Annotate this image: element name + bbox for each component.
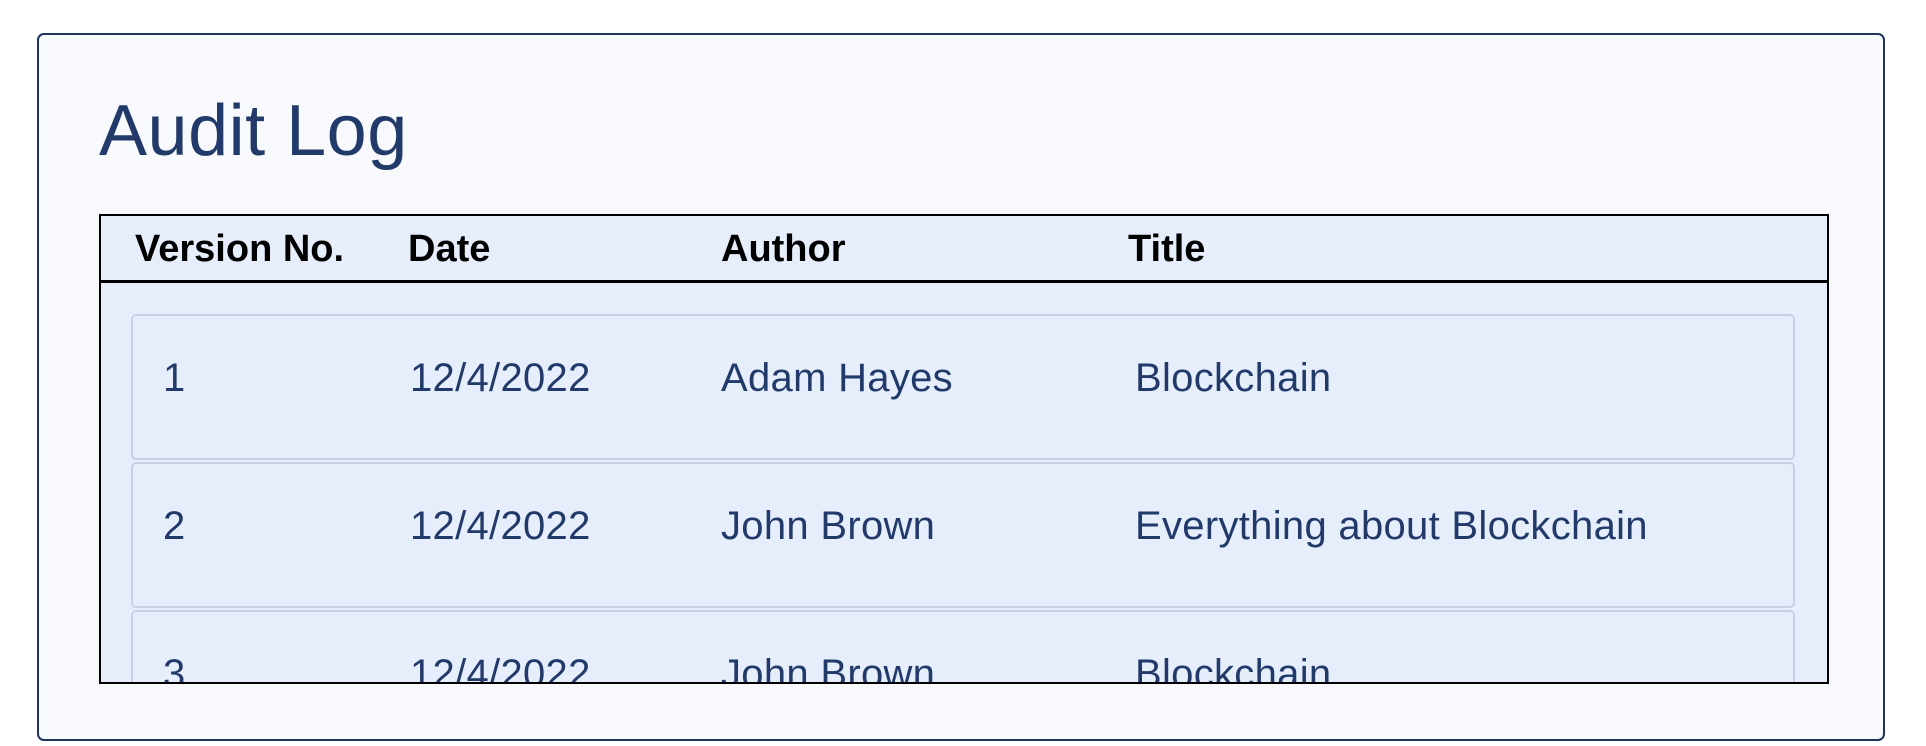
table-body[interactable]: 1 12/4/2022 Adam Hayes Blockchain 2 12/4… — [131, 314, 1795, 684]
table-row[interactable]: 3 12/4/2022 John Brown Blockchain — [131, 610, 1795, 684]
column-header-date[interactable]: Date — [408, 228, 490, 271]
table-row[interactable]: 2 12/4/2022 John Brown Everything about … — [131, 462, 1795, 608]
column-header-title[interactable]: Title — [1128, 228, 1205, 271]
cell-author: John Brown — [721, 504, 936, 548]
column-header-author[interactable]: Author — [721, 228, 846, 271]
cell-version: 2 — [163, 504, 186, 548]
cell-version: 3 — [163, 652, 186, 684]
audit-log-table: Version No. Date Author Title 1 12/4/202… — [99, 214, 1829, 684]
audit-log-panel: Audit Log Version No. Date Author Title … — [37, 33, 1885, 741]
cell-title: Blockchain — [1135, 356, 1332, 400]
cell-date: 12/4/2022 — [410, 652, 591, 684]
cell-date: 12/4/2022 — [410, 356, 591, 400]
column-header-version[interactable]: Version No. — [135, 228, 344, 271]
cell-version: 1 — [163, 356, 186, 400]
cell-title: Everything about Blockchain — [1135, 504, 1648, 548]
page-title: Audit Log — [99, 91, 408, 171]
table-header: Version No. Date Author Title — [101, 216, 1827, 283]
cell-author: John Brown — [721, 652, 936, 684]
cell-date: 12/4/2022 — [410, 504, 591, 548]
cell-title: Blockchain — [1135, 652, 1332, 684]
cell-author: Adam Hayes — [721, 356, 953, 400]
table-row[interactable]: 1 12/4/2022 Adam Hayes Blockchain — [131, 314, 1795, 460]
